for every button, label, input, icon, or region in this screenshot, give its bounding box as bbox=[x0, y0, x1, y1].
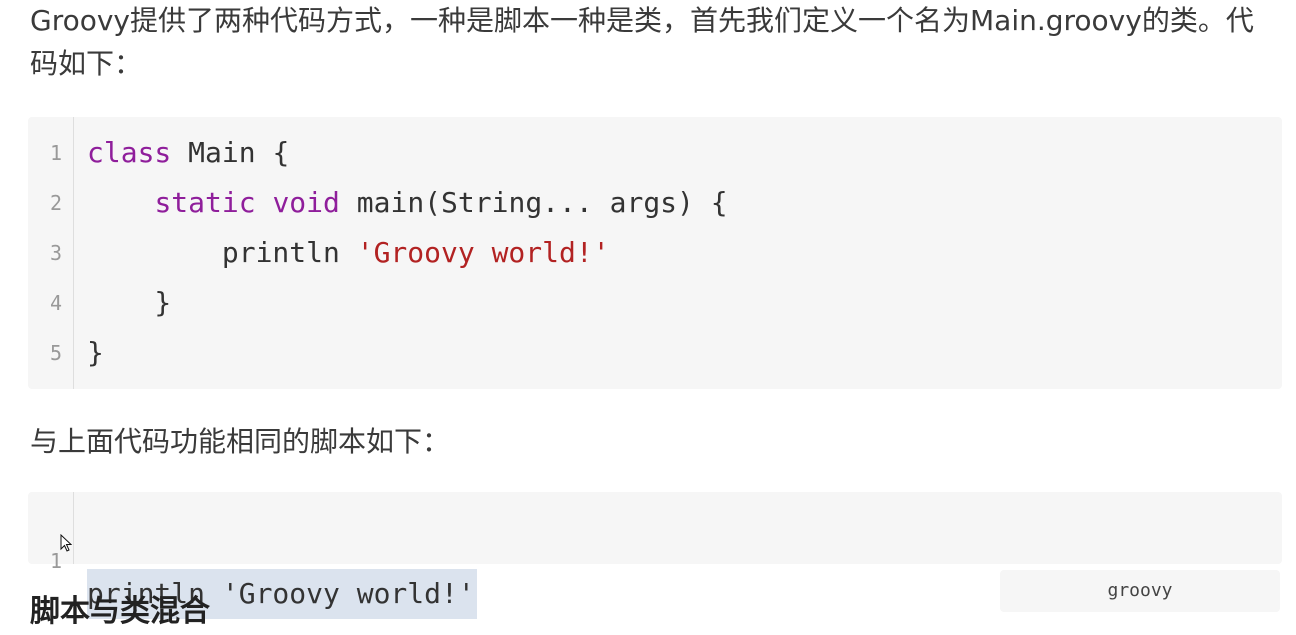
code-line: 3 println 'Groovy world!' bbox=[28, 228, 1282, 278]
script-paragraph: 与上面代码功能相同的脚本如下： bbox=[30, 425, 451, 458]
code-token: Main { bbox=[171, 136, 290, 169]
line-number: 1 bbox=[49, 141, 62, 165]
code-line: 5} bbox=[28, 328, 1282, 378]
mouse-pointer-icon bbox=[60, 534, 72, 552]
code-line: 4 } bbox=[28, 278, 1282, 328]
line-number: 3 bbox=[49, 241, 62, 265]
language-label: groovy bbox=[1000, 570, 1280, 612]
code-text[interactable]: static void main(String... args) { bbox=[87, 178, 728, 228]
code-token: } bbox=[87, 286, 172, 319]
line-number: 5 bbox=[49, 341, 62, 365]
code-text[interactable]: println 'Groovy world!' bbox=[87, 228, 610, 278]
code-token: } bbox=[87, 336, 104, 369]
code-line: 1 class Main { bbox=[28, 128, 1282, 178]
line-number: 2 bbox=[49, 191, 62, 215]
class-code-block[interactable]: 1 class Main {2 static void main(String..… bbox=[28, 117, 1282, 389]
line-number: 4 bbox=[49, 291, 62, 315]
code-keyword: void bbox=[272, 186, 340, 219]
line-number: 1 bbox=[49, 549, 62, 573]
code-text[interactable]: class Main { bbox=[87, 128, 289, 178]
code-text[interactable]: } bbox=[87, 328, 104, 378]
code-keyword: static bbox=[154, 186, 256, 219]
code-keyword: class bbox=[87, 136, 172, 169]
code-token: main(String... args) { bbox=[339, 186, 728, 219]
intro-paragraph: Groovy提供了两种代码方式，一种是脚本一种是类，首先我们定义一个名为Main… bbox=[30, 4, 1254, 80]
code-string: 'Groovy world!' bbox=[356, 236, 610, 269]
code-line: 1 println 'Groovy world!' bbox=[28, 503, 1282, 619]
code-line: 2 static void main(String... args) { bbox=[28, 178, 1282, 228]
script-code-block[interactable]: 1 println 'Groovy world!' bbox=[28, 492, 1282, 619]
code-text[interactable]: } bbox=[87, 278, 171, 328]
section-heading: 脚本与类混合 bbox=[30, 594, 210, 629]
code-token: println bbox=[87, 236, 357, 269]
